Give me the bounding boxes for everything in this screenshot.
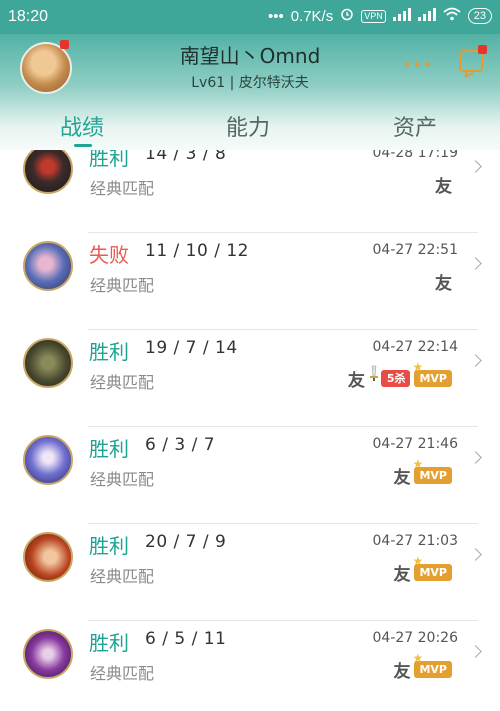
match-row[interactable]: 胜利 19 / 7 / 14 经典匹配 04-27 22:14 友 5杀 ★ MV… [0,330,500,427]
match-badges: 友 [435,172,452,197]
chevron-right-icon[interactable] [469,257,482,270]
wifi-icon [443,7,461,25]
friend-badge: 友 [393,468,411,488]
net-speed: 0.7K/s [290,7,334,25]
match-result: 胜利 [89,437,129,461]
match-result: 胜利 [89,534,129,558]
match-list[interactable]: 胜利 14 / 3 / 8 经典匹配 04-28 17:19 友 失败 11 /… [0,150,500,711]
match-mode: 经典匹配 [90,567,155,586]
match-row[interactable]: 失败 11 / 10 / 12 经典匹配 04-27 22:51 友 [0,233,500,330]
battery-icon: 23 [467,8,492,24]
match-mode: 经典匹配 [90,276,155,295]
match-kda: 6 / 3 / 7 [145,435,216,455]
match-result: 失败 [89,243,129,267]
match-datetime: 04-27 21:46 [372,436,458,452]
status-bar: 18:20 ••• 0.7K/s VPN 23 [0,0,500,34]
match-row[interactable]: 胜利 20 / 7 / 9 经典匹配 04-27 21:03 友 ★ MVP [0,524,500,621]
match-badges: 友 ★ MVP [393,554,452,585]
mvp-badge: ★ MVP [412,554,452,581]
match-datetime: 04-28 17:19 [372,150,458,161]
match-kda: 20 / 7 / 9 [145,532,227,552]
match-row[interactable]: 胜利 6 / 3 / 7 经典匹配 04-27 21:46 友 ★ MVP [0,427,500,524]
signal-icon [392,7,411,25]
match-datetime: 04-27 21:03 [372,533,458,549]
match-kda: 19 / 7 / 14 [145,338,238,358]
sword-icon [369,365,379,381]
zed-portrait-icon [23,150,73,194]
status-time: 18:20 [8,8,49,25]
mvp-badge: ★ MVP [412,457,452,484]
chevron-right-icon[interactable] [469,354,482,367]
mvp-badge: ★ MVP [412,360,452,387]
level-server: Lv61 | 皮尔特沃夫 [191,75,309,91]
chevron-right-icon[interactable] [469,645,482,658]
vayne-portrait-icon [23,629,73,679]
match-datetime: 04-27 20:26 [372,630,458,646]
mvp-badge: ★ MVP [412,651,452,678]
status-icons: ••• 0.7K/s VPN 23 [268,7,492,25]
crown-icon: ★ [412,651,424,665]
friend-badge: 友 [435,177,452,197]
match-badges: 友 5杀 ★ MVP [347,360,452,391]
tab-assets[interactable]: 资产 [393,110,437,142]
match-badges: 友 [435,269,452,294]
twitch-portrait-icon [23,338,73,388]
profile-header: 南望山丶Omnd Lv61 | 皮尔特沃夫 ••• 战绩 能力 资产 [0,34,500,150]
match-badges: 友 ★ MVP [393,457,452,488]
tab-record[interactable]: 战绩 [60,110,104,142]
message-notification-dot [478,45,487,54]
chevron-right-icon[interactable] [469,160,482,173]
match-mode: 经典匹配 [90,179,155,198]
friend-badge: 友 [393,662,411,682]
match-result: 胜利 [89,150,129,170]
kill-streak-badge: 5杀 [380,370,411,387]
match-datetime: 04-27 22:51 [372,242,458,258]
chevron-right-icon[interactable] [469,451,482,464]
ashe-portrait-icon [23,435,73,485]
jinx-portrait-icon [23,241,73,291]
match-kda: 14 / 3 / 8 [145,150,227,164]
active-tab-indicator [74,144,92,147]
friend-badge: 友 [435,274,452,294]
tab-bar: 战绩 能力 资产 [0,104,500,150]
match-mode: 经典匹配 [90,470,155,489]
alarm-icon [340,7,354,25]
crown-icon: ★ [412,360,424,374]
friend-badge: 友 [347,371,365,391]
match-row[interactable]: 胜利 6 / 5 / 11 经典匹配 04-27 20:26 友 ★ MVP [0,621,500,711]
status-more-icon: ••• [267,7,284,25]
chevron-right-icon[interactable] [469,548,482,561]
friend-badge: 友 [393,565,411,585]
match-kda: 11 / 10 / 12 [145,241,249,261]
tab-ability[interactable]: 能力 [226,110,270,142]
match-result: 胜利 [89,340,129,364]
vpn-icon: VPN [361,9,386,23]
crown-icon: ★ [412,457,424,471]
match-mode: 经典匹配 [90,664,155,683]
signal-icon-2 [417,7,436,25]
match-kda: 6 / 5 / 11 [145,629,227,649]
match-row[interactable]: 胜利 14 / 3 / 8 经典匹配 04-28 17:19 友 [0,150,500,233]
match-mode: 经典匹配 [90,373,155,392]
crown-icon: ★ [412,554,424,568]
miss-fortune-portrait-icon [23,532,73,582]
match-result: 胜利 [89,631,129,655]
match-badges: 友 ★ MVP [393,651,452,682]
more-options-icon[interactable]: ••• [403,56,433,74]
match-datetime: 04-27 22:14 [372,339,458,355]
